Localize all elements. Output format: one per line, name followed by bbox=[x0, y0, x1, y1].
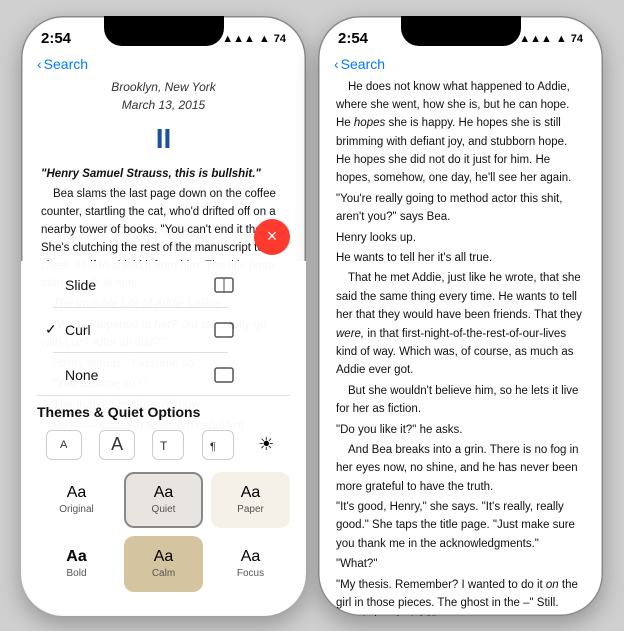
divider bbox=[53, 307, 228, 308]
close-overlay-button[interactable]: × bbox=[254, 219, 290, 255]
font-decrease-button[interactable]: A bbox=[46, 430, 82, 460]
back-button-right[interactable]: ‹ Search bbox=[334, 56, 385, 72]
brightness-button[interactable]: ☀ bbox=[251, 430, 281, 460]
status-time-right: 2:54 bbox=[338, 30, 368, 47]
overlay-panel: Slide ✓ Curl bbox=[21, 261, 306, 616]
scroll-option-list: Slide ✓ Curl bbox=[37, 269, 244, 391]
svg-text:T: T bbox=[160, 439, 168, 452]
left-phone: 2:54 ▲▲▲ ▲ 74 ‹ Search Brooklyn, New Yor… bbox=[21, 16, 306, 616]
font-size-row: A A T ¶ ☀ bbox=[21, 424, 306, 466]
battery-left: 74 bbox=[274, 33, 286, 45]
book-header: Brooklyn, New York March 13, 2015 bbox=[41, 78, 286, 114]
battery-right: 74 bbox=[571, 33, 583, 45]
curl-icon bbox=[212, 320, 236, 340]
slide-icon bbox=[212, 275, 236, 295]
back-button-left[interactable]: ‹ Search bbox=[37, 56, 88, 72]
signal-icon-left: ▲▲▲ bbox=[222, 33, 255, 45]
theme-original[interactable]: Aa Original bbox=[37, 472, 116, 528]
status-time-left: 2:54 bbox=[41, 30, 71, 47]
status-icons-right: ▲▲▲ ▲ 74 bbox=[519, 33, 583, 45]
font-format-button[interactable]: ¶ bbox=[202, 430, 234, 460]
theme-bold[interactable]: Aa Bold bbox=[37, 536, 116, 592]
themes-divider bbox=[37, 395, 290, 396]
wifi-icon-left: ▲ bbox=[259, 33, 270, 45]
signal-icon-right: ▲▲▲ bbox=[519, 33, 552, 45]
right-phone: 2:54 ▲▲▲ ▲ 74 ‹ Search He does not know … bbox=[318, 16, 603, 616]
phones-container: 2:54 ▲▲▲ ▲ 74 ‹ Search Brooklyn, New Yor… bbox=[11, 6, 613, 626]
search-bar-left[interactable]: ‹ Search bbox=[21, 52, 306, 78]
theme-grid: Aa Original Aa Quiet Aa Paper Aa Bold Aa bbox=[21, 466, 306, 600]
scroll-none[interactable]: None bbox=[37, 359, 244, 391]
theme-paper[interactable]: Aa Paper bbox=[211, 472, 290, 528]
font-style-button[interactable]: T bbox=[152, 430, 184, 460]
scroll-curl[interactable]: ✓ Curl bbox=[37, 314, 244, 346]
theme-focus[interactable]: Aa Focus bbox=[211, 536, 290, 592]
status-bar-left: 2:54 ▲▲▲ ▲ 74 bbox=[21, 16, 306, 52]
wifi-icon-right: ▲ bbox=[556, 33, 567, 45]
theme-quiet[interactable]: Aa Quiet bbox=[124, 472, 203, 528]
status-icons-left: ▲▲▲ ▲ 74 bbox=[222, 33, 286, 45]
search-bar-right[interactable]: ‹ Search bbox=[318, 52, 603, 78]
book-content-right: He does not know what happened to Addie,… bbox=[318, 78, 603, 616]
divider2 bbox=[53, 352, 228, 353]
scroll-slide[interactable]: Slide bbox=[37, 269, 244, 301]
none-icon bbox=[212, 365, 236, 385]
status-bar-right: 2:54 ▲▲▲ ▲ 74 bbox=[318, 16, 603, 52]
themes-title: Themes & Quiet Options bbox=[37, 404, 200, 420]
svg-text:¶: ¶ bbox=[210, 441, 216, 452]
scroll-options: Slide ✓ Curl bbox=[21, 269, 306, 391]
theme-calm[interactable]: Aa Calm bbox=[124, 536, 203, 592]
themes-header: Themes & Quiet Options bbox=[21, 400, 306, 424]
book-chapter: II bbox=[41, 118, 286, 160]
font-increase-button[interactable]: A bbox=[99, 430, 135, 460]
